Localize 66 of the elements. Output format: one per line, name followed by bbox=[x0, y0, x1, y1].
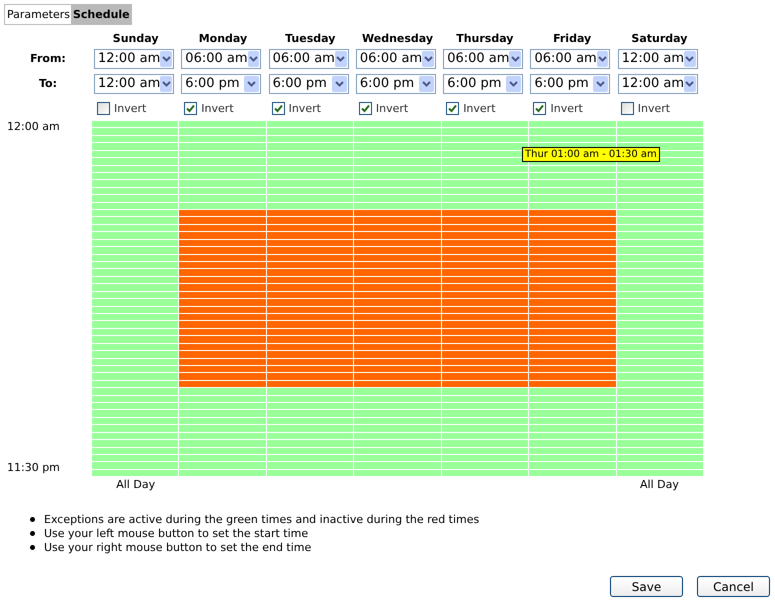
chevron-down-icon bbox=[336, 56, 346, 62]
all-day-label: All Day bbox=[116, 478, 156, 491]
time-dropdown[interactable]: 06:00 am bbox=[268, 48, 349, 68]
checkbox-label: Invert bbox=[114, 102, 146, 114]
time-dropdown[interactable]: 6:00 pm bbox=[443, 74, 524, 94]
day-heading: Wednesday bbox=[361, 32, 434, 44]
chevron-down-icon bbox=[422, 80, 431, 86]
checkbox-label: Invert bbox=[550, 102, 583, 114]
time-dropdown[interactable]: 06:00 am bbox=[356, 48, 436, 68]
tab[interactable]: Parameters bbox=[5, 5, 71, 24]
checkbox[interactable] bbox=[97, 102, 110, 114]
chevron-down-icon bbox=[685, 56, 694, 62]
time-dropdown[interactable]: 12:00 am bbox=[618, 48, 698, 68]
chevron-down-icon bbox=[685, 80, 694, 86]
checkbox[interactable] bbox=[533, 102, 546, 114]
day-heading: Thursday bbox=[455, 32, 514, 44]
all-day-label: All Day bbox=[640, 478, 679, 491]
bullet-icon bbox=[30, 531, 35, 536]
checkbox-label: Invert bbox=[376, 102, 408, 114]
time-dropdown[interactable]: 6:00 pm bbox=[181, 74, 262, 94]
checkbox-label: Invert bbox=[288, 102, 321, 114]
instruction-text: Exceptions are active during the green times and inactive during the red times bbox=[44, 513, 480, 526]
day-heading: Monday bbox=[198, 32, 248, 44]
chevron-down-icon bbox=[334, 80, 344, 86]
instruction-text: Use your right mouse button to set the end time bbox=[44, 541, 312, 554]
instruction-text: Use your left mouse button to set the start time bbox=[44, 527, 308, 540]
dialog-button[interactable]: Cancel bbox=[697, 576, 770, 597]
chevron-down-icon bbox=[598, 56, 608, 62]
day-heading: Sunday bbox=[112, 32, 160, 44]
time-dropdown[interactable]: 6:00 pm bbox=[268, 74, 349, 94]
time-dropdown[interactable]: 6:00 pm bbox=[530, 74, 610, 94]
time-dropdown[interactable]: 06:00 am bbox=[181, 48, 262, 68]
day-heading: Tuesday bbox=[284, 32, 336, 44]
tooltip: Thur 01:00 am - 01:30 am bbox=[522, 147, 660, 162]
chevron-down-icon bbox=[509, 80, 518, 86]
chevron-down-icon bbox=[162, 80, 171, 86]
checkbox[interactable] bbox=[620, 102, 634, 114]
checkbox-label: Invert bbox=[463, 102, 496, 114]
checkbox[interactable] bbox=[272, 102, 285, 114]
tab[interactable]: Schedule bbox=[70, 5, 131, 24]
bullet-icon bbox=[30, 517, 35, 522]
time-dropdown[interactable]: 12:00 am bbox=[94, 48, 174, 68]
day-heading: Saturday bbox=[630, 32, 688, 44]
checkbox[interactable] bbox=[184, 102, 198, 114]
chevron-down-icon bbox=[596, 80, 606, 86]
time-dropdown[interactable]: 06:00 am bbox=[443, 48, 524, 68]
time-dropdown[interactable]: 12:00 am bbox=[618, 74, 698, 94]
checkbox[interactable] bbox=[446, 102, 460, 114]
checkbox-label: Invert bbox=[638, 102, 670, 114]
row-label: From: bbox=[29, 52, 67, 65]
chevron-down-icon bbox=[424, 56, 432, 62]
chevron-down-icon bbox=[510, 56, 520, 62]
row-label: To: bbox=[38, 77, 58, 90]
chevron-down-icon bbox=[248, 56, 258, 62]
chevron-down-icon bbox=[162, 56, 171, 62]
chevron-down-icon bbox=[247, 80, 256, 86]
day-heading: Friday bbox=[552, 32, 592, 44]
dialog-button[interactable]: Save bbox=[610, 576, 683, 597]
time-label: 12:00 am bbox=[7, 120, 61, 133]
time-dropdown[interactable]: 12:00 am bbox=[94, 74, 174, 94]
checkbox[interactable] bbox=[358, 102, 372, 114]
bullet-icon bbox=[30, 545, 35, 550]
checkbox-label: Invert bbox=[201, 102, 234, 114]
time-label: 11:30 pm bbox=[7, 461, 61, 474]
time-dropdown[interactable]: 06:00 am bbox=[530, 48, 610, 68]
time-dropdown[interactable]: 6:00 pm bbox=[356, 74, 436, 94]
